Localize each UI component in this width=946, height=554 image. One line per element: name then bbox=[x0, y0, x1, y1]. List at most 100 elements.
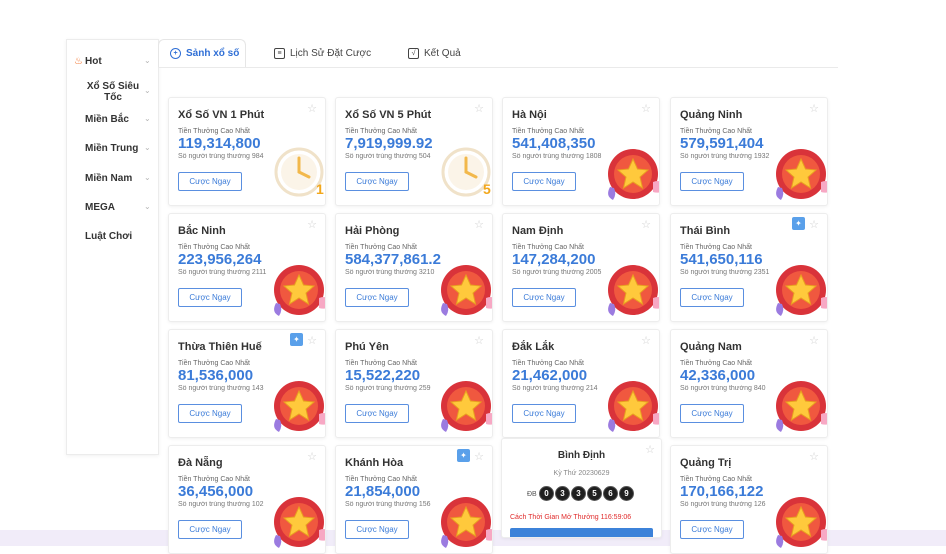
prize-label: Tiền Thưởng Cao Nhất bbox=[345, 244, 417, 251]
bet-now-button[interactable]: Cược Ngay bbox=[345, 288, 409, 307]
bet-now-button[interactable]: Cược Ngay bbox=[680, 288, 744, 307]
prize-label: Tiền Thưởng Cao Nhất bbox=[680, 476, 752, 483]
favorite-star-icon[interactable]: ☆ bbox=[472, 218, 486, 232]
bet-now-button[interactable]: Cược Ngay bbox=[345, 172, 409, 191]
lottery-card[interactable]: ☆ ✦ Khánh Hòa Tiền Thưởng Cao Nhất 21,854,00… bbox=[335, 445, 493, 554]
prize-amount: 579,591,404 bbox=[680, 135, 764, 152]
clock-icon: 1 bbox=[274, 147, 324, 197]
card-title: Quảng Nam bbox=[680, 341, 742, 353]
tab-sanh-xo-so[interactable]: + Sảnh xổ số bbox=[170, 39, 239, 67]
lottery-card[interactable]: ☆ ✦ Thái Bình Tiền Thưởng Cao Nhất 541,650,1… bbox=[670, 213, 828, 322]
tab-label: Sảnh xổ số bbox=[186, 47, 240, 59]
favorite-star-icon[interactable]: ☆ bbox=[807, 450, 821, 464]
svg-text:5: 5 bbox=[483, 181, 491, 197]
card-title: Khánh Hòa bbox=[345, 457, 404, 469]
winner-count: Số người trúng thưởng 2351 bbox=[680, 269, 770, 276]
result-balls: 0 3 3 5 6 9 bbox=[539, 486, 634, 501]
card-title: Thái Bình bbox=[680, 225, 731, 237]
clock-icon: 5 bbox=[441, 147, 491, 197]
bet-now-button[interactable]: Cược Ngay bbox=[680, 172, 744, 191]
card-title: Đà Nẵng bbox=[178, 457, 223, 469]
lottery-card[interactable]: ☆ Hà Nội Tiền Thưởng Cao Nhất 541,408,350 Số… bbox=[502, 97, 660, 206]
bet-now-button[interactable]: Cược Ngay bbox=[178, 404, 242, 423]
lottery-star-art bbox=[441, 497, 492, 548]
winner-count: Số người trúng thưởng 504 bbox=[345, 153, 431, 160]
lottery-card[interactable]: 5 ☆ Xổ Số VN 5 Phút Tiền Thưởng Cao Nhất 7,9… bbox=[335, 97, 493, 206]
lottery-card[interactable]: ☆ Đắk Lắk Tiền Thưởng Cao Nhất 21,462,000 Số… bbox=[502, 329, 660, 438]
lottery-star-art bbox=[776, 265, 827, 316]
special-prize-label: ĐB bbox=[527, 491, 537, 498]
favorite-star-icon[interactable]: ☆ bbox=[305, 334, 319, 348]
prize-label: Tiền Thưởng Cao Nhất bbox=[345, 128, 417, 135]
bet-now-button[interactable]: Cược Ngay bbox=[680, 520, 744, 539]
result-ball: 3 bbox=[571, 486, 586, 501]
card-title: Xổ Số VN 5 Phút bbox=[345, 109, 432, 121]
tab-lich-su-dat-cuoc[interactable]: ≡ Lịch Sử Đặt Cược bbox=[274, 39, 371, 67]
fire-icon: ♨ bbox=[74, 56, 83, 67]
bet-now-button[interactable]: Cược Ngay bbox=[680, 404, 744, 423]
promo-badge-icon: ✦ bbox=[792, 217, 805, 230]
bet-now-button[interactable]: Cược Ngay bbox=[345, 404, 409, 423]
lottery-card[interactable]: ☆ ✦ Thừa Thiên Huế Tiền Thưởng Cao Nhất 81,5… bbox=[168, 329, 326, 438]
promo-badge-icon: ✦ bbox=[290, 333, 303, 346]
favorite-star-icon[interactable]: ☆ bbox=[639, 218, 653, 232]
bet-now-button[interactable]: Cược Ngay bbox=[512, 172, 576, 191]
prize-label: Tiền Thưởng Cao Nhất bbox=[345, 476, 417, 483]
bet-now-button[interactable]: Cược Ngay bbox=[178, 172, 242, 191]
prize-label: Tiền Thưởng Cao Nhất bbox=[512, 128, 584, 135]
favorite-star-icon[interactable]: ☆ bbox=[472, 450, 486, 464]
bet-now-button[interactable]: Cược Ngay bbox=[178, 288, 242, 307]
lottery-card[interactable]: ☆ Nam Định Tiền Thưởng Cao Nhất 147,284,200… bbox=[502, 213, 660, 322]
winner-count: Số người trúng thưởng 259 bbox=[345, 385, 431, 392]
sidebar-item-label: Miền Bắc bbox=[85, 114, 129, 125]
tab-ket-qua[interactable]: √ Kết Quả bbox=[408, 39, 461, 67]
card-title: Phú Yên bbox=[345, 341, 389, 353]
lottery-card[interactable]: ☆ Phú Yên Tiền Thưởng Cao Nhất 15,522,220 Số… bbox=[335, 329, 493, 438]
sidebar-item-label: Miền Trung bbox=[85, 143, 139, 154]
prize-amount: 584,377,861.2 bbox=[345, 251, 441, 268]
prize-amount: 541,650,116 bbox=[680, 251, 763, 268]
card-title: Hải Phòng bbox=[345, 225, 400, 237]
result-ball: 0 bbox=[539, 486, 554, 501]
favorite-star-icon[interactable]: ☆ bbox=[472, 334, 486, 348]
favorite-star-icon[interactable]: ☆ bbox=[639, 102, 653, 116]
lottery-card[interactable]: ☆ Bắc Ninh Tiền Thưởng Cao Nhất 223,956,264… bbox=[168, 213, 326, 322]
lottery-card[interactable]: ☆ Hải Phòng Tiền Thưởng Cao Nhất 584,377,86… bbox=[335, 213, 493, 322]
chevron-down-icon: ⌄ bbox=[144, 56, 151, 65]
lottery-card[interactable]: 1 ☆ Xổ Số VN 1 Phút Tiền Thưởng Cao Nhất 119… bbox=[168, 97, 326, 206]
sidebar-item-label: Xổ Số Siêu Tốc bbox=[86, 81, 140, 103]
lottery-card[interactable]: ☆ Quảng Trị Tiền Thưởng Cao Nhất 170,166,12… bbox=[670, 445, 828, 554]
favorite-star-icon[interactable]: ☆ bbox=[472, 102, 486, 116]
favorite-star-icon[interactable]: ☆ bbox=[807, 334, 821, 348]
lottery-card-binh-dinh[interactable]: ☆ Bình Định Kỳ Thứ 20230629 ĐB 0 3 3 5 6… bbox=[501, 438, 662, 538]
sidebar-item-label: MEGA bbox=[85, 202, 115, 213]
chevron-down-icon: ⌄ bbox=[144, 173, 151, 182]
favorite-star-icon[interactable]: ☆ bbox=[305, 102, 319, 116]
favorite-star-icon[interactable]: ☆ bbox=[305, 218, 319, 232]
winner-count: Số người trúng thưởng 2005 bbox=[512, 269, 602, 276]
lottery-card[interactable]: ☆ Đà Nẵng Tiền Thưởng Cao Nhất 36,456,000 Số… bbox=[168, 445, 326, 554]
lottery-star-art bbox=[608, 149, 659, 200]
favorite-star-icon[interactable]: ☆ bbox=[639, 334, 653, 348]
card-title: Đắk Lắk bbox=[512, 341, 555, 353]
favorite-star-icon[interactable]: ☆ bbox=[807, 218, 821, 232]
winner-count: Số người trúng thưởng 2111 bbox=[178, 269, 267, 276]
prize-amount: 21,854,000 bbox=[345, 483, 421, 500]
result-ball: 6 bbox=[603, 486, 618, 501]
sidebar-item-label: Luật Chơi bbox=[85, 231, 133, 242]
bet-now-button[interactable]: Cược Ngay bbox=[345, 520, 409, 539]
document-icon: ≡ bbox=[274, 47, 285, 59]
favorite-star-icon[interactable]: ☆ bbox=[305, 450, 319, 464]
bet-now-button[interactable]: Cược Ngay bbox=[178, 520, 242, 539]
lottery-card[interactable]: ☆ Quảng Nam Tiền Thưởng Cao Nhất 42,336,000… bbox=[670, 329, 828, 438]
favorite-star-icon[interactable]: ☆ bbox=[807, 102, 821, 116]
tab-label: Lịch Sử Đặt Cược bbox=[290, 47, 372, 59]
prize-amount: 147,284,200 bbox=[512, 251, 596, 268]
lottery-card[interactable]: ☆ Quảng Ninh Tiền Thưởng Cao Nhất 579,591,4… bbox=[670, 97, 828, 206]
bet-now-button[interactable]: Cược Ngay bbox=[512, 404, 576, 423]
bet-now-button[interactable] bbox=[510, 528, 653, 537]
prize-amount: 81,536,000 bbox=[178, 367, 254, 384]
prize-label: Tiền Thưởng Cao Nhất bbox=[178, 244, 250, 251]
bet-now-button[interactable]: Cược Ngay bbox=[512, 288, 576, 307]
prize-amount: 42,336,000 bbox=[680, 367, 756, 384]
